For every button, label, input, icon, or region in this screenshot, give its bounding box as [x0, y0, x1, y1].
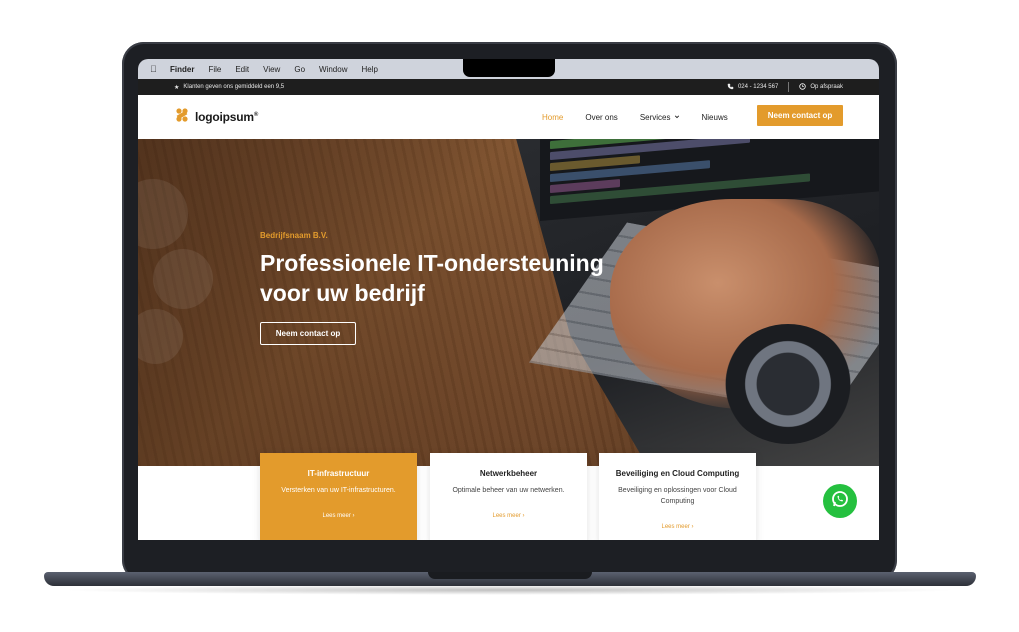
card-title: IT-infrastructuur [307, 469, 370, 478]
card-text: Versterken van uw IT-infrastructuren. [281, 487, 396, 494]
whatsapp-button[interactable] [823, 484, 857, 518]
star-icon: ★ [174, 84, 180, 91]
nav-nieuws[interactable]: Nieuws [702, 113, 728, 122]
menu-file[interactable]: File [208, 65, 221, 74]
appointment-link[interactable]: Op afspraak [799, 82, 843, 92]
laptop-bezel [138, 540, 879, 574]
menu-edit[interactable]: Edit [235, 65, 249, 74]
hero-contact-button[interactable]: Neem contact op [260, 322, 356, 345]
card-text: Optimale beheer van uw netwerken. [452, 487, 565, 494]
menu-window[interactable]: Window [319, 65, 347, 74]
service-card-infrastructure[interactable]: IT-infrastructuur Versterken van uw IT-i… [260, 453, 417, 540]
logo[interactable]: logoipsum® [174, 107, 258, 128]
logo-icon [174, 107, 190, 128]
hero-photo-watch [723, 324, 853, 444]
nav-services-label: Services [639, 112, 671, 122]
card-read-more-link[interactable]: Lees meer › [430, 513, 587, 519]
laptop-mockup:  Finder File Edit View Go Window Help ★… [0, 0, 1019, 632]
card-text: Beveiliging en oplossingen voor Cloud Co… [618, 487, 737, 505]
site-header: logoipsum® Home Over ons Services Nieuws… [138, 95, 879, 139]
hero-title: Professionele IT-ondersteuning voor uw b… [260, 248, 660, 308]
hero-content: Bedrijfsnaam B.V. Professionele IT-onder… [260, 231, 660, 345]
laptop-base-notch [428, 572, 592, 579]
apple-icon[interactable]:  [150, 64, 160, 74]
service-card-network[interactable]: Netwerkbeheer Optimale beheer van uw net… [430, 453, 587, 540]
phone-link[interactable]: 024 - 1234 567 [727, 83, 778, 92]
appointment-text: Op afspraak [810, 84, 843, 90]
clock-icon [799, 82, 807, 92]
card-title: Beveiliging en Cloud Computing [615, 469, 740, 478]
menu-help[interactable]: Help [361, 65, 377, 74]
menu-view[interactable]: View [263, 65, 280, 74]
card-title: Netwerkbeheer [479, 469, 538, 478]
hero-eyebrow: Bedrijfsnaam B.V. [260, 231, 328, 240]
hero-section: Bedrijfsnaam B.V. Professionele IT-onder… [138, 139, 879, 466]
nav-home[interactable]: Home [542, 113, 563, 122]
service-card-security-cloud[interactable]: Beveiliging en Cloud Computing Beveiligi… [599, 453, 756, 540]
camera-notch [463, 59, 555, 77]
main-nav: Home Over ons Services Nieuws [542, 113, 750, 122]
laptop-shadow [60, 585, 960, 595]
decorative-blob [153, 249, 213, 309]
card-read-more-link[interactable]: Lees meer › [260, 513, 417, 519]
contact-button[interactable]: Neem contact op [757, 105, 843, 126]
menu-finder[interactable]: Finder [170, 65, 194, 74]
whatsapp-icon [830, 489, 850, 514]
decorative-blob [138, 309, 183, 364]
nav-services[interactable]: Services [640, 113, 680, 122]
info-bar: ★ Klanten geven ons gemiddeld een 9,5 02… [138, 79, 879, 95]
divider [788, 82, 790, 92]
chevron-down-icon [674, 113, 680, 122]
hero-title-line: voor uw bedrijf [260, 280, 425, 306]
hero-title-line: Professionele IT-ondersteuning [260, 250, 604, 276]
phone-number: 024 - 1234 567 [737, 84, 779, 90]
card-read-more-link[interactable]: Lees meer › [599, 524, 756, 530]
laptop-screen:  Finder File Edit View Go Window Help ★… [138, 59, 879, 540]
decorative-blob [138, 179, 188, 249]
rating-text: Klanten geven ons gemiddeld een 9,5 [183, 84, 285, 90]
phone-icon [727, 83, 734, 92]
logo-text: logoipsum® [195, 110, 259, 124]
menu-go[interactable]: Go [294, 65, 305, 74]
nav-over-ons[interactable]: Over ons [585, 113, 617, 122]
